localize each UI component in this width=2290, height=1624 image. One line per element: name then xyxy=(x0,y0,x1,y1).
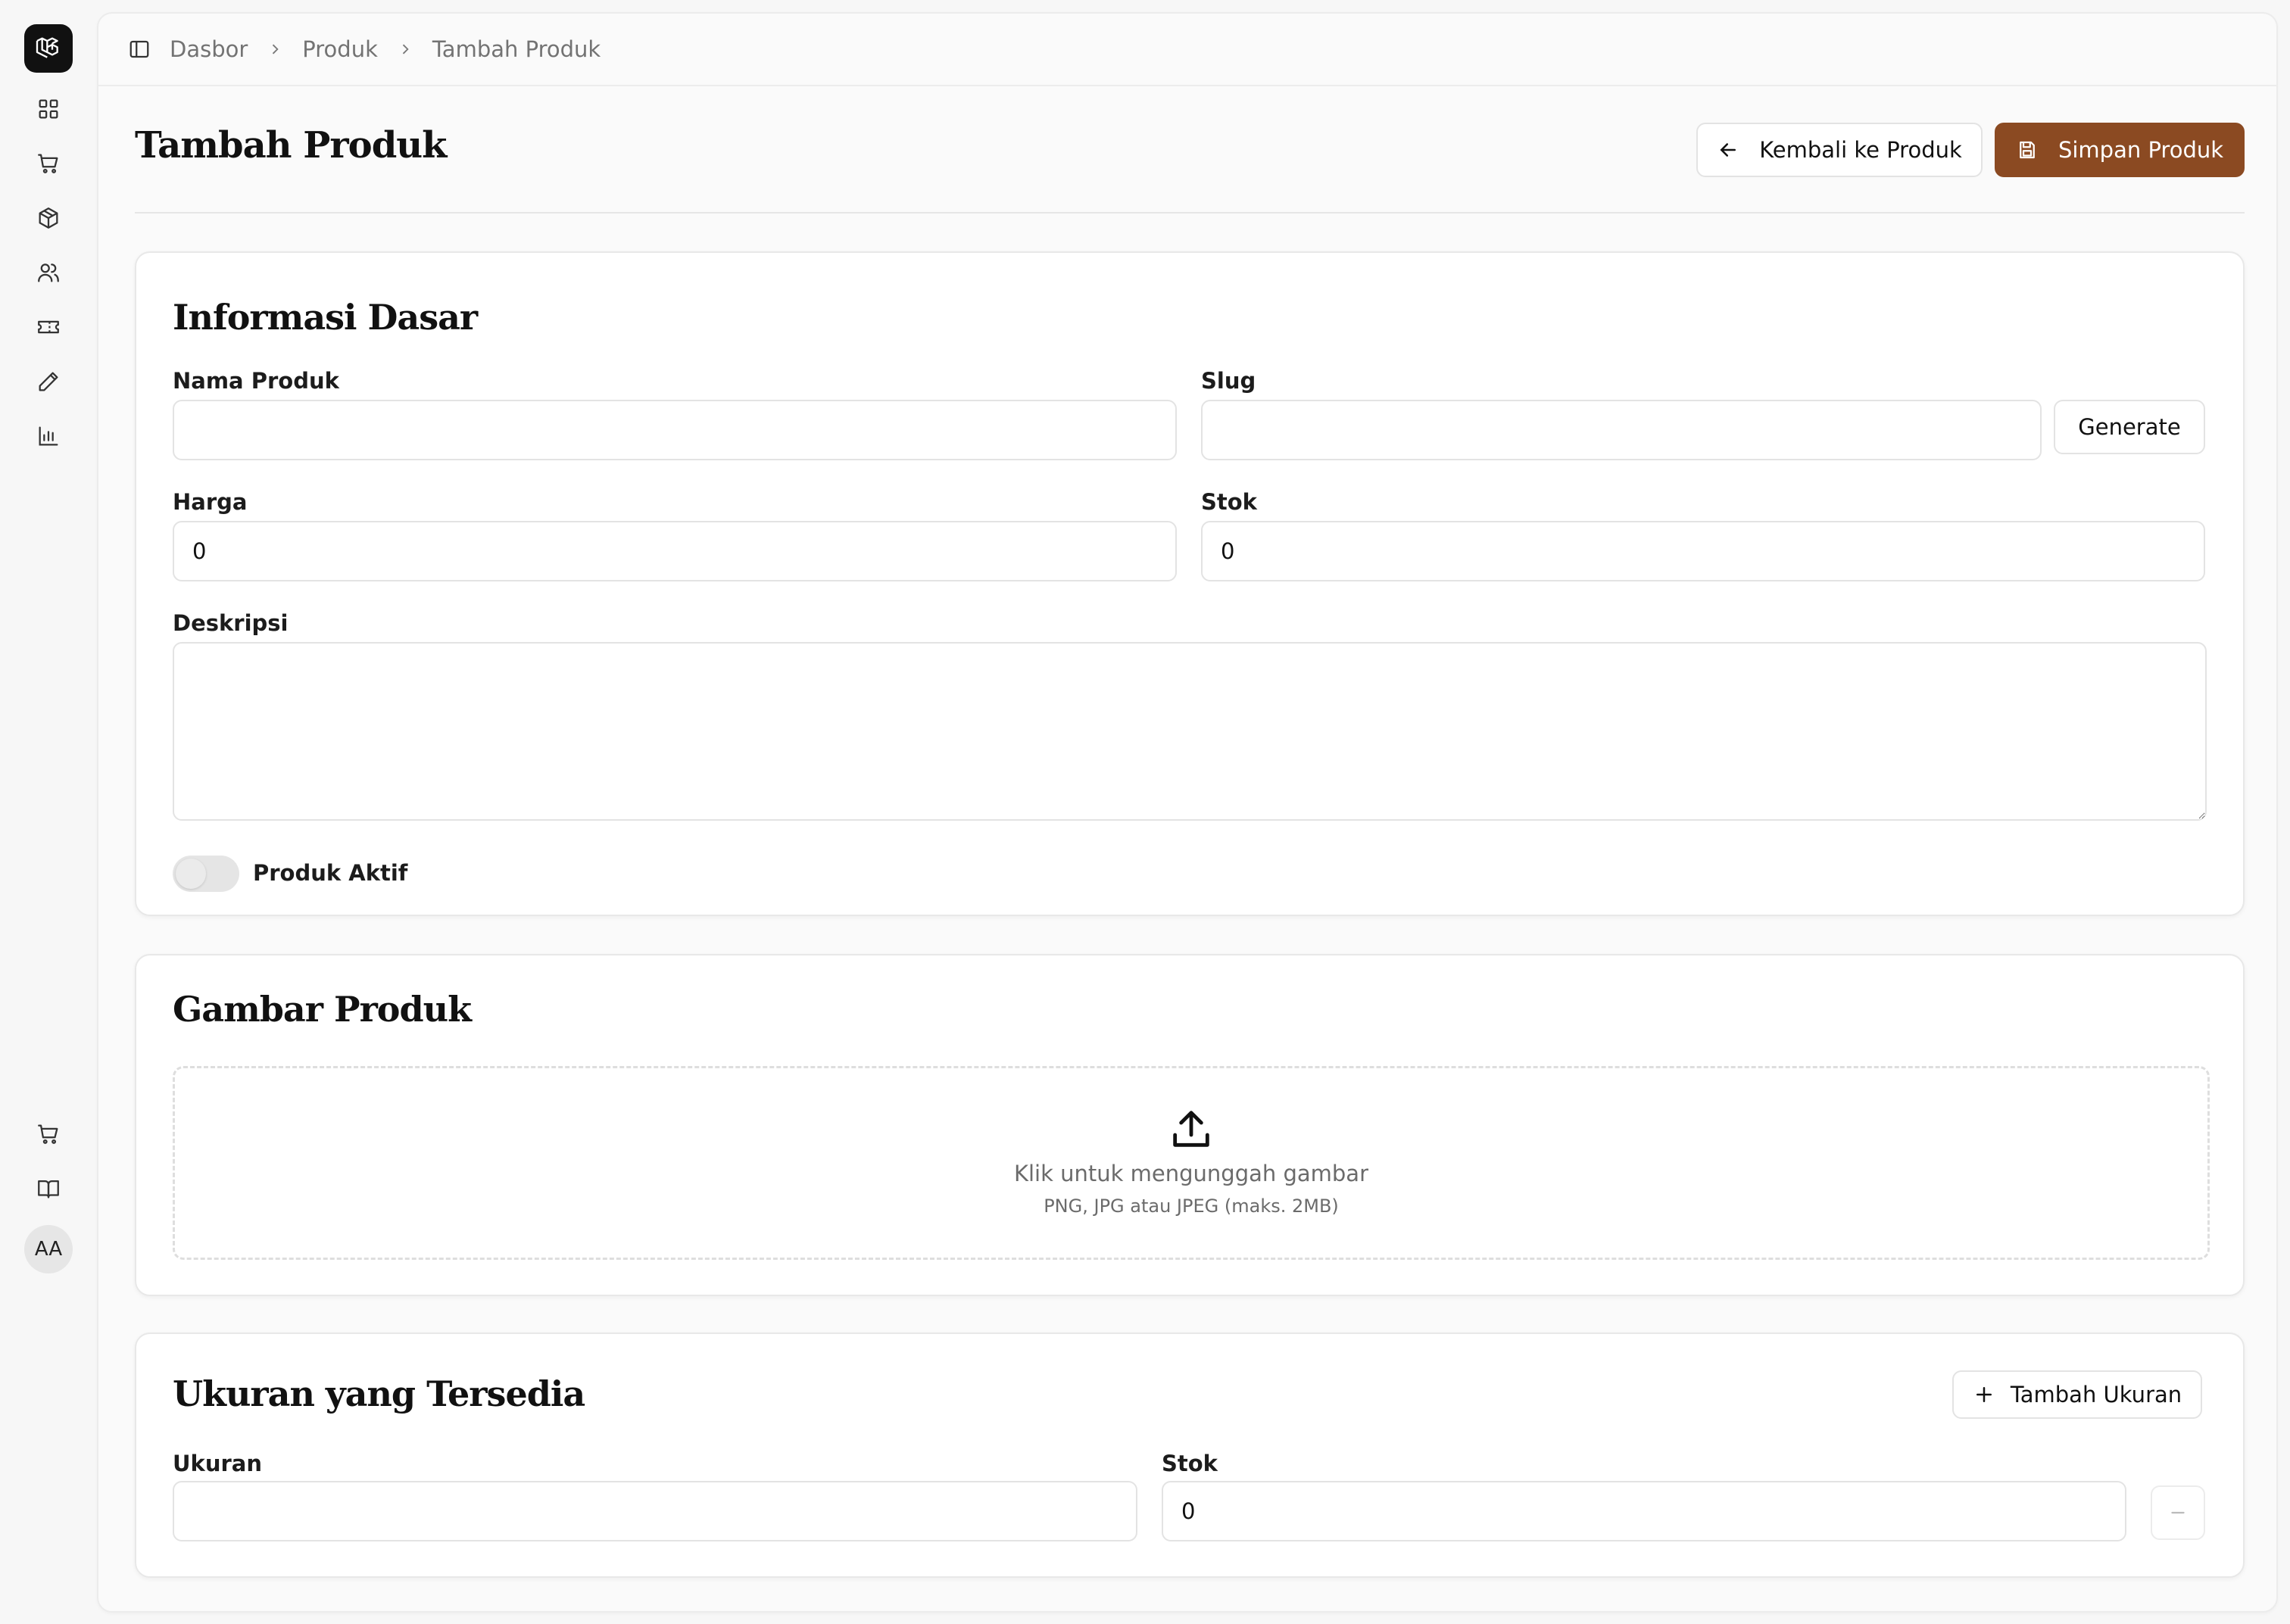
plus-icon xyxy=(1976,1387,1992,1402)
back-button-label: Kembali ke Produk xyxy=(1759,137,1962,163)
size-input[interactable] xyxy=(173,1481,1137,1541)
save-button-label: Simpan Produk xyxy=(2058,137,2224,163)
slug-input[interactable] xyxy=(1201,400,2042,460)
breadcrumb-produk[interactable]: Produk xyxy=(302,36,378,62)
app-logo-icon[interactable] xyxy=(24,24,73,73)
stock-input[interactable] xyxy=(1201,521,2205,581)
size-stock-input[interactable] xyxy=(1162,1481,2126,1541)
basic-info-card: Informasi Dasar Nama Produk Slug Generat… xyxy=(135,251,2245,916)
bar-chart-icon[interactable] xyxy=(30,418,67,454)
stock-label: Stok xyxy=(1201,489,1257,515)
price-label: Harga xyxy=(173,489,248,515)
remove-size-button[interactable] xyxy=(2151,1485,2205,1540)
product-active-label: Produk Aktif xyxy=(253,860,408,886)
upload-icon xyxy=(1173,1111,1209,1147)
generate-slug-button[interactable]: Generate xyxy=(2054,400,2205,454)
product-active-toggle[interactable] xyxy=(173,856,239,892)
size-label: Ukuran xyxy=(173,1451,262,1476)
breadcrumb: Dasbor Produk Tambah Produk xyxy=(170,36,601,62)
users-icon[interactable] xyxy=(30,254,67,291)
package-icon[interactable] xyxy=(30,200,67,236)
basic-info-title: Informasi Dasar xyxy=(173,297,478,338)
avatar[interactable]: AA xyxy=(24,1225,73,1273)
topbar: Dasbor Produk Tambah Produk xyxy=(98,14,2276,86)
sidebar-toggle-icon[interactable] xyxy=(126,36,153,63)
upload-text: Klik untuk mengunggah gambar xyxy=(1013,1161,1369,1186)
save-icon xyxy=(2020,141,2035,159)
sidebar: AA xyxy=(0,0,97,1624)
save-product-button[interactable]: Simpan Produk xyxy=(1995,123,2245,177)
upload-hint: PNG, JPG atau JPEG (maks. 2MB) xyxy=(1044,1195,1339,1217)
price-input[interactable] xyxy=(173,521,1177,581)
chevron-right-icon xyxy=(398,42,413,57)
arrow-left-icon xyxy=(1720,143,1736,157)
add-size-button[interactable]: Tambah Ukuran xyxy=(1952,1370,2202,1419)
header-divider xyxy=(135,212,2245,214)
breadcrumb-dasbor[interactable]: Dasbor xyxy=(170,36,248,62)
minus-icon xyxy=(2171,1511,2185,1514)
shopping-cart-icon[interactable] xyxy=(30,145,67,182)
ticket-icon[interactable] xyxy=(30,309,67,345)
description-label: Deskripsi xyxy=(173,610,289,636)
sizes-card: Ukuran yang Tersedia Tambah Ukuran Ukura… xyxy=(135,1333,2245,1578)
product-images-card: Gambar Produk Klik untuk mengunggah gamb… xyxy=(135,954,2245,1296)
store-cart-icon[interactable] xyxy=(30,1116,67,1152)
product-images-title: Gambar Produk xyxy=(173,989,472,1030)
back-to-products-button[interactable]: Kembali ke Produk xyxy=(1696,123,1983,177)
generate-button-label: Generate xyxy=(2078,414,2181,440)
product-name-input[interactable] xyxy=(173,400,1177,460)
pencil-icon[interactable] xyxy=(30,363,67,400)
chevron-right-icon xyxy=(267,42,282,57)
main-panel: Dasbor Produk Tambah Produk Tambah Produ… xyxy=(97,12,2278,1613)
add-size-label: Tambah Ukuran xyxy=(2010,1382,2182,1407)
page-title: Tambah Produk xyxy=(135,124,447,167)
image-upload-dropzone[interactable]: Klik untuk mengunggah gambar PNG, JPG at… xyxy=(173,1066,2210,1260)
slug-label: Slug xyxy=(1201,368,1256,394)
book-open-icon[interactable] xyxy=(30,1170,67,1207)
dashboard-grid-icon[interactable] xyxy=(30,91,67,127)
breadcrumb-current: Tambah Produk xyxy=(432,36,601,62)
product-name-label: Nama Produk xyxy=(173,368,339,394)
description-textarea[interactable] xyxy=(173,642,2207,821)
size-stock-label: Stok xyxy=(1162,1451,1218,1476)
sizes-title: Ukuran yang Tersedia xyxy=(173,1373,585,1414)
